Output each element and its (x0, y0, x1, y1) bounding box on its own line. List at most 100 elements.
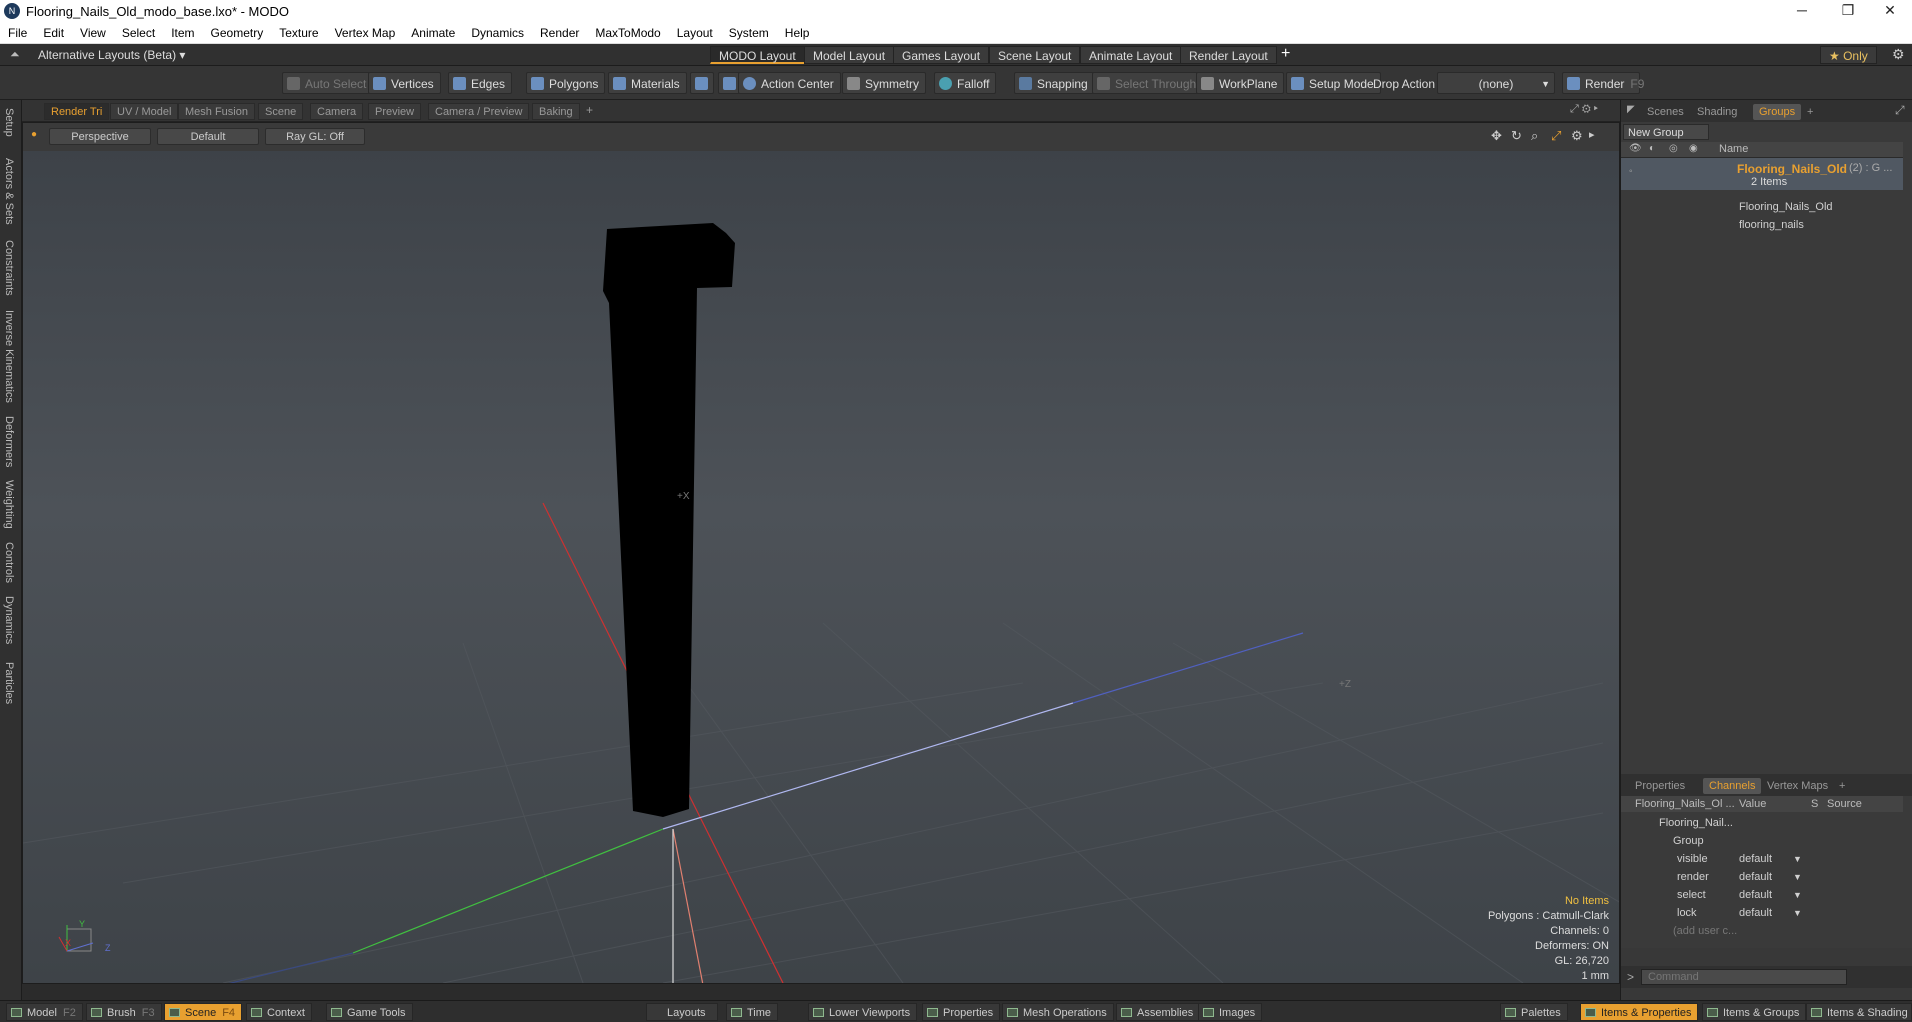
polygons-button[interactable]: Polygons (526, 72, 606, 94)
rotate-icon[interactable]: ↻ (1511, 128, 1522, 144)
lower-viewports-button[interactable]: Lower Viewports (808, 1003, 918, 1021)
chevron-down-icon[interactable]: ▼ (1793, 904, 1802, 922)
tab-vertex-maps[interactable]: Vertex Maps (1761, 778, 1834, 794)
menu-render[interactable]: Render (532, 26, 587, 40)
group-visibility-toggle[interactable]: ◦ (1629, 166, 1633, 177)
materials-button[interactable]: Materials (608, 72, 687, 94)
falloff-button[interactable]: Falloff (934, 72, 997, 94)
only-button[interactable]: ★ Only (1820, 46, 1877, 64)
panel-menu-icon[interactable]: ◤ (1627, 104, 1635, 115)
render-button[interactable]: Render F9 (1562, 72, 1644, 94)
brush-button[interactable]: Brush F3 (86, 1003, 162, 1021)
drop-action-dropdown[interactable]: (none) ▼ (1437, 72, 1555, 94)
assemblies-button[interactable]: Assemblies (1116, 1003, 1201, 1021)
side-tab-actors-sets[interactable]: Actors & Sets (3, 158, 15, 225)
close-button[interactable]: ✕ (1868, 0, 1912, 22)
side-tab-dynamics[interactable]: Dynamics (3, 596, 15, 644)
menu-dynamics[interactable]: Dynamics (463, 26, 532, 40)
side-tab-particles[interactable]: Particles (3, 662, 15, 704)
tab-camera-preview[interactable]: Camera / Preview (428, 103, 530, 120)
channel-row[interactable]: render default ▼ (1621, 868, 1903, 886)
side-tab-inverse-kinematics[interactable]: Inverse Kinematics (3, 310, 15, 403)
side-tab-deformers[interactable]: Deformers (3, 416, 15, 467)
pan-icon[interactable]: ✥ (1491, 128, 1502, 144)
workplane-button[interactable]: WorkPlane (1196, 72, 1285, 94)
tab-shading[interactable]: Shading (1691, 104, 1743, 120)
menu-vertex-map[interactable]: Vertex Map (327, 26, 404, 40)
tab-modo-layout[interactable]: MODO Layout (710, 46, 805, 64)
channel-value[interactable]: default (1739, 904, 1772, 922)
menu-file[interactable]: File (0, 26, 35, 40)
mesh-operations-button[interactable]: Mesh Operations (1002, 1003, 1114, 1021)
add-layout-button[interactable]: + (1281, 45, 1290, 63)
model-button[interactable]: Model F2 (6, 1003, 83, 1021)
tab-scenes[interactable]: Scenes (1641, 104, 1690, 120)
ray-gl-toggle[interactable]: Ray GL: Off (265, 128, 365, 145)
snapping-button[interactable]: Snapping (1014, 72, 1095, 94)
scene-button[interactable]: Scene F4 (164, 1003, 243, 1021)
maximize-button[interactable]: ❐ (1826, 0, 1870, 22)
palettes-button[interactable]: Palettes (1500, 1003, 1568, 1021)
tab-model-layout[interactable]: Model Layout (804, 46, 895, 64)
side-tab-controls[interactable]: Controls (3, 542, 15, 583)
tab-baking[interactable]: Baking (532, 103, 580, 120)
group-child-item[interactable]: flooring_nails (1621, 216, 1903, 234)
side-tab-constraints[interactable]: Constraints (3, 240, 15, 296)
menu-animate[interactable]: Animate (403, 26, 463, 40)
menu-item[interactable]: Item (163, 26, 202, 40)
new-group-button[interactable]: New Group (1623, 124, 1709, 140)
menu-layout[interactable]: Layout (669, 26, 721, 40)
chevron-down-icon[interactable]: ▼ (1793, 886, 1802, 904)
alternative-layouts-dropdown[interactable]: Alternative Layouts (Beta) ▾ (38, 48, 185, 62)
3d-viewport[interactable]: +X +Z X Y Z ● Perspective Default Ray GL… (22, 122, 1620, 984)
setup-mode-button[interactable]: Setup Mode (1286, 72, 1381, 94)
zoom-icon[interactable]: ⌕ (1531, 128, 1538, 144)
menu-geometry[interactable]: Geometry (203, 26, 272, 40)
menu-maxtomodo[interactable]: MaxToModo (587, 26, 668, 40)
items-groups-button[interactable]: Items & Groups (1702, 1003, 1807, 1021)
action-center-button[interactable]: Action Center (738, 72, 841, 94)
tab-uv-model[interactable]: UV / Model (110, 103, 179, 120)
menu-view[interactable]: View (72, 26, 114, 40)
items-properties-button[interactable]: Items & Properties (1580, 1003, 1699, 1021)
menu-edit[interactable]: Edit (35, 26, 72, 40)
add-user-channel[interactable]: (add user c... (1621, 922, 1903, 940)
tab-channels[interactable]: Channels (1703, 778, 1762, 794)
nail-mesh[interactable] (603, 223, 735, 817)
viewport-maximize-icon[interactable]: ⤢ ⚙ ▸ (1570, 103, 1598, 116)
menu-texture[interactable]: Texture (271, 26, 326, 40)
view-type-dropdown[interactable]: Perspective (49, 128, 151, 145)
viewport-gear-icon[interactable]: ⚙ (1571, 128, 1583, 144)
command-input[interactable] (1641, 969, 1847, 985)
tab-preview[interactable]: Preview (368, 103, 422, 120)
channel-row[interactable]: select default ▼ (1621, 886, 1903, 904)
group-row[interactable]: ◦ Flooring_Nails_Old (2) : G ... 2 Items (1621, 158, 1903, 190)
collapse-icon[interactable]: ⏶ (10, 47, 20, 62)
tab-render-tri[interactable]: Render Tri (44, 103, 110, 120)
tab-animate-layout[interactable]: Animate Layout (1080, 46, 1182, 64)
tab-groups[interactable]: Groups (1753, 104, 1802, 120)
channel-row[interactable]: visible default ▼ (1621, 850, 1903, 868)
game-tools-button[interactable]: Game Tools (326, 1003, 413, 1021)
gear-icon[interactable]: ⚙ (1892, 46, 1905, 63)
channel-value[interactable]: default (1739, 886, 1772, 904)
minimize-button[interactable]: ─ (1780, 0, 1824, 22)
tab-games-layout[interactable]: Games Layout (893, 46, 990, 64)
menu-select[interactable]: Select (114, 26, 163, 40)
auto-select-button[interactable]: Auto Select (282, 72, 374, 94)
viewport-more-icon[interactable]: ▸ (1589, 128, 1595, 141)
tab-render-layout[interactable]: Render Layout (1180, 46, 1277, 64)
time-button[interactable]: Time (726, 1003, 779, 1021)
channels-root-item[interactable]: Flooring_Nail... (1621, 814, 1903, 832)
layouts-button[interactable]: Layouts (646, 1003, 718, 1021)
symmetry-button[interactable]: Symmetry (842, 72, 926, 94)
select-mode-button[interactable] (690, 72, 714, 94)
tab-camera[interactable]: Camera (310, 103, 364, 120)
edges-button[interactable]: Edges (448, 72, 513, 94)
items-shading-button[interactable]: Items & Shading (1806, 1003, 1912, 1021)
add-panel-tab-button[interactable]: + (1801, 104, 1819, 120)
group-child-item[interactable]: Flooring_Nails_Old (1621, 198, 1903, 216)
channel-row[interactable]: lock default ▼ (1621, 904, 1903, 922)
tab-mesh-fusion[interactable]: Mesh Fusion (178, 103, 255, 120)
shading-dropdown[interactable]: Default (157, 128, 259, 145)
